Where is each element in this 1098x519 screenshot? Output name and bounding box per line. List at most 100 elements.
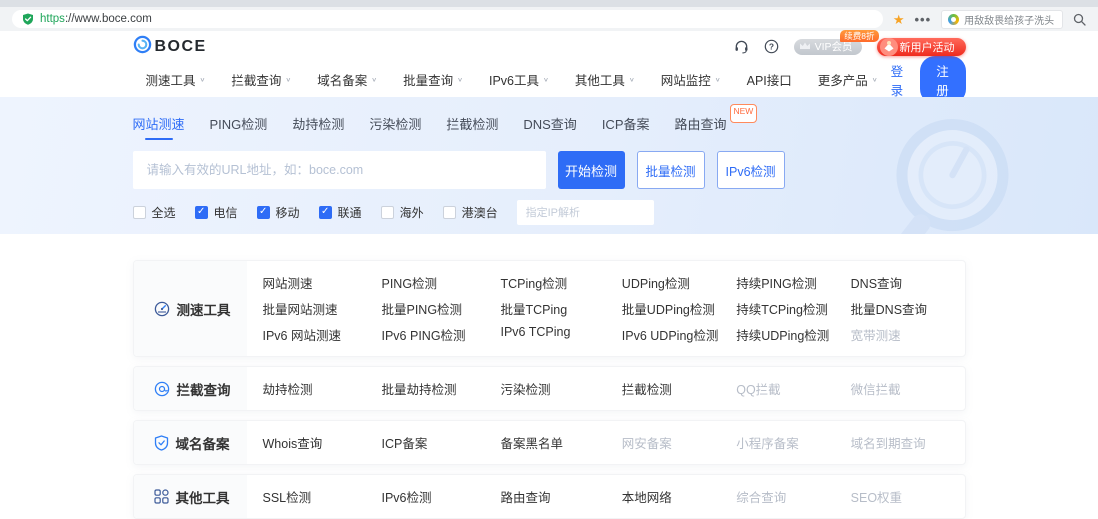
carrier-label: 海外 bbox=[399, 206, 424, 220]
tool-link[interactable]: 微信拦截 bbox=[851, 379, 961, 398]
login-link[interactable]: 登录 bbox=[891, 61, 905, 99]
tool-link[interactable]: Whois查询 bbox=[263, 433, 382, 452]
tool-link[interactable]: ICP备案 bbox=[382, 433, 501, 452]
hero-tab[interactable]: 污染检测 bbox=[369, 114, 421, 140]
checkbox-icon[interactable] bbox=[380, 206, 394, 219]
nav-item[interactable]: 更多产品 ∨ bbox=[805, 70, 891, 89]
speedometer-icon bbox=[154, 301, 170, 317]
carrier-checkbox[interactable]: 移动 bbox=[256, 204, 300, 221]
tool-link[interactable]: QQ拦截 bbox=[736, 379, 850, 398]
tool-link[interactable]: 域名到期查询 bbox=[851, 433, 961, 452]
hero-tab[interactable]: 网站测速 bbox=[133, 114, 185, 140]
ipv6-check-button[interactable]: IPv6检测 bbox=[716, 151, 785, 189]
tool-link[interactable]: PING检测 bbox=[382, 273, 501, 292]
grid-icon bbox=[153, 489, 169, 504]
help-icon[interactable]: ? bbox=[764, 39, 779, 54]
nav-item-label: 网站监控 bbox=[660, 74, 711, 88]
section-title: 测速工具 bbox=[176, 302, 231, 318]
tool-link[interactable]: SEO权重 bbox=[851, 487, 961, 506]
nav-item[interactable]: 其他工具 ∨ bbox=[562, 70, 648, 89]
carrier-label: 电信 bbox=[213, 206, 238, 220]
vip-member-button[interactable]: VIP会员 续费8折 bbox=[793, 29, 879, 55]
checkbox-icon[interactable] bbox=[256, 206, 270, 219]
nav-item[interactable]: 网站监控 ∨ bbox=[648, 70, 734, 89]
tool-link[interactable]: SSL检测 bbox=[263, 487, 382, 506]
carrier-checkbox[interactable]: 全选 bbox=[132, 204, 176, 221]
shield-check-icon bbox=[154, 434, 169, 451]
chevron-down-icon: ∨ bbox=[714, 76, 721, 83]
tool-link[interactable]: 持续PING检测 bbox=[736, 273, 850, 292]
bookmark-star-icon[interactable]: ★ bbox=[893, 13, 905, 26]
address-bar[interactable]: https://www.boce.com bbox=[12, 10, 883, 28]
ip-resolve-input[interactable] bbox=[516, 200, 654, 225]
tool-link[interactable]: 批量DNS查询 bbox=[851, 299, 961, 318]
hero-tab-label: 劫持检测 bbox=[292, 117, 345, 132]
carrier-checkbox[interactable]: 联通 bbox=[318, 204, 362, 221]
checkbox-icon[interactable] bbox=[318, 206, 332, 219]
hero-tab[interactable]: ICP备案 bbox=[602, 114, 650, 140]
svg-text:?: ? bbox=[768, 42, 773, 52]
tool-link[interactable]: 批量网站测速 bbox=[263, 299, 382, 318]
nav-item[interactable]: 批量查询 ∨ bbox=[390, 70, 476, 89]
speed-tools-card: 测速工具 网站测速 PING检测 TCPing检测 UDPing检测 持续PING检测 D… bbox=[132, 260, 966, 357]
tool-link[interactable]: 本地网络 bbox=[622, 487, 736, 506]
tool-link[interactable]: 劫持检测 bbox=[263, 379, 382, 398]
tool-link[interactable]: 路由查询 bbox=[501, 487, 622, 506]
tool-link[interactable]: DNS查询 bbox=[851, 273, 961, 292]
hero-tab[interactable]: PING检测 bbox=[210, 114, 268, 140]
tool-link[interactable]: 批量UDPing检测 bbox=[622, 299, 736, 318]
carrier-checkbox[interactable]: 港澳台 bbox=[442, 204, 498, 221]
tool-link[interactable]: 污染检测 bbox=[501, 379, 622, 398]
more-menu-icon[interactable]: ••• bbox=[914, 12, 931, 27]
logo[interactable]: BOCE bbox=[133, 35, 207, 59]
checkbox-icon[interactable] bbox=[194, 206, 208, 219]
nav-item[interactable]: API接口 ∨ bbox=[734, 70, 805, 89]
nav-item[interactable]: 域名备案 ∨ bbox=[304, 70, 390, 89]
tool-link[interactable]: 持续UDPing检测 bbox=[736, 325, 850, 344]
chevron-down-icon: ∨ bbox=[199, 76, 206, 83]
browser-toolbar: https://www.boce.com ★ ••• 用敌敌畏给孩子洗头 bbox=[0, 7, 1098, 31]
tool-link[interactable]: 拦截检测 bbox=[622, 379, 736, 398]
tool-link[interactable]: 批量PING检测 bbox=[382, 299, 501, 318]
tool-link[interactable]: UDPing检测 bbox=[622, 273, 736, 292]
url-input[interactable] bbox=[132, 151, 546, 189]
headset-icon[interactable] bbox=[734, 39, 749, 54]
secure-shield-icon bbox=[22, 13, 34, 25]
new-user-promo-button[interactable]: 新用户活动 bbox=[876, 37, 966, 56]
tool-link[interactable]: 备案黑名单 bbox=[501, 433, 622, 452]
carrier-checkbox[interactable]: 电信 bbox=[194, 204, 238, 221]
checkbox-icon[interactable] bbox=[442, 206, 456, 219]
hero-tab[interactable]: 劫持检测 bbox=[292, 114, 344, 140]
section-label: 拦截查询 bbox=[133, 367, 247, 410]
magnifier-icon[interactable] bbox=[1073, 13, 1086, 26]
carrier-checkbox[interactable]: 海外 bbox=[380, 204, 424, 221]
nav-item[interactable]: IPv6工具 ∨ bbox=[476, 70, 562, 89]
tool-link[interactable]: 综合查询 bbox=[736, 487, 850, 506]
hero-tab-label: 网站测速 bbox=[132, 117, 185, 132]
tool-link[interactable]: IPv6 TCPing bbox=[501, 325, 622, 344]
nav-item[interactable]: 拦截查询 ∨ bbox=[218, 70, 304, 89]
tool-link[interactable]: TCPing检测 bbox=[501, 273, 622, 292]
tool-link[interactable]: 批量劫持检测 bbox=[382, 379, 501, 398]
tool-link[interactable]: 批量TCPing bbox=[501, 299, 622, 318]
tool-link[interactable]: 持续TCPing检测 bbox=[736, 299, 850, 318]
hero-tab[interactable]: 路由查询 NEW bbox=[674, 104, 758, 140]
nav-item-label: 更多产品 bbox=[817, 74, 868, 88]
tool-link[interactable]: 小程序备案 bbox=[736, 433, 850, 452]
tool-link[interactable]: IPv6 网站测速 bbox=[263, 325, 382, 344]
checkbox-icon[interactable] bbox=[132, 206, 146, 219]
tool-link[interactable]: IPv6 PING检测 bbox=[382, 325, 501, 344]
tool-link[interactable]: IPv6检测 bbox=[382, 487, 501, 506]
carrier-label: 港澳台 bbox=[461, 206, 498, 220]
batch-check-button[interactable]: 批量检测 bbox=[636, 151, 705, 189]
tool-link[interactable]: 网站测速 bbox=[263, 273, 382, 292]
hero-tab-label: 路由查询 bbox=[674, 117, 727, 132]
browser-search-box[interactable]: 用敌敌畏给孩子洗头 bbox=[941, 9, 1063, 29]
tool-link[interactable]: 宽带测速 bbox=[851, 325, 961, 344]
start-check-button[interactable]: 开始检测 bbox=[557, 151, 625, 189]
tool-link[interactable]: 网安备案 bbox=[622, 433, 736, 452]
hero-tab[interactable]: 拦截检测 bbox=[446, 114, 498, 140]
hero-tab[interactable]: DNS查询 bbox=[523, 114, 576, 140]
nav-item[interactable]: 测速工具 ∨ bbox=[133, 70, 219, 89]
tool-link[interactable]: IPv6 UDPing检测 bbox=[622, 325, 736, 344]
